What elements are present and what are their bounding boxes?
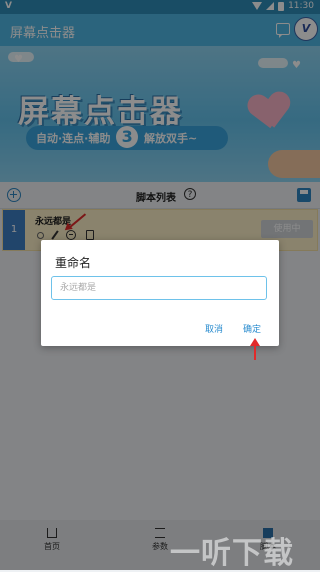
annotation-arrow	[254, 344, 256, 360]
cancel-button[interactable]: 取消	[205, 322, 223, 335]
watermark: 一听下载	[170, 536, 294, 571]
rename-input[interactable]	[51, 276, 267, 300]
rename-dialog: 重命名 取消 确定	[41, 240, 279, 346]
dialog-title: 重命名	[55, 256, 92, 270]
confirm-button[interactable]: 确定	[243, 322, 261, 335]
annotation-arrowhead	[250, 338, 260, 346]
